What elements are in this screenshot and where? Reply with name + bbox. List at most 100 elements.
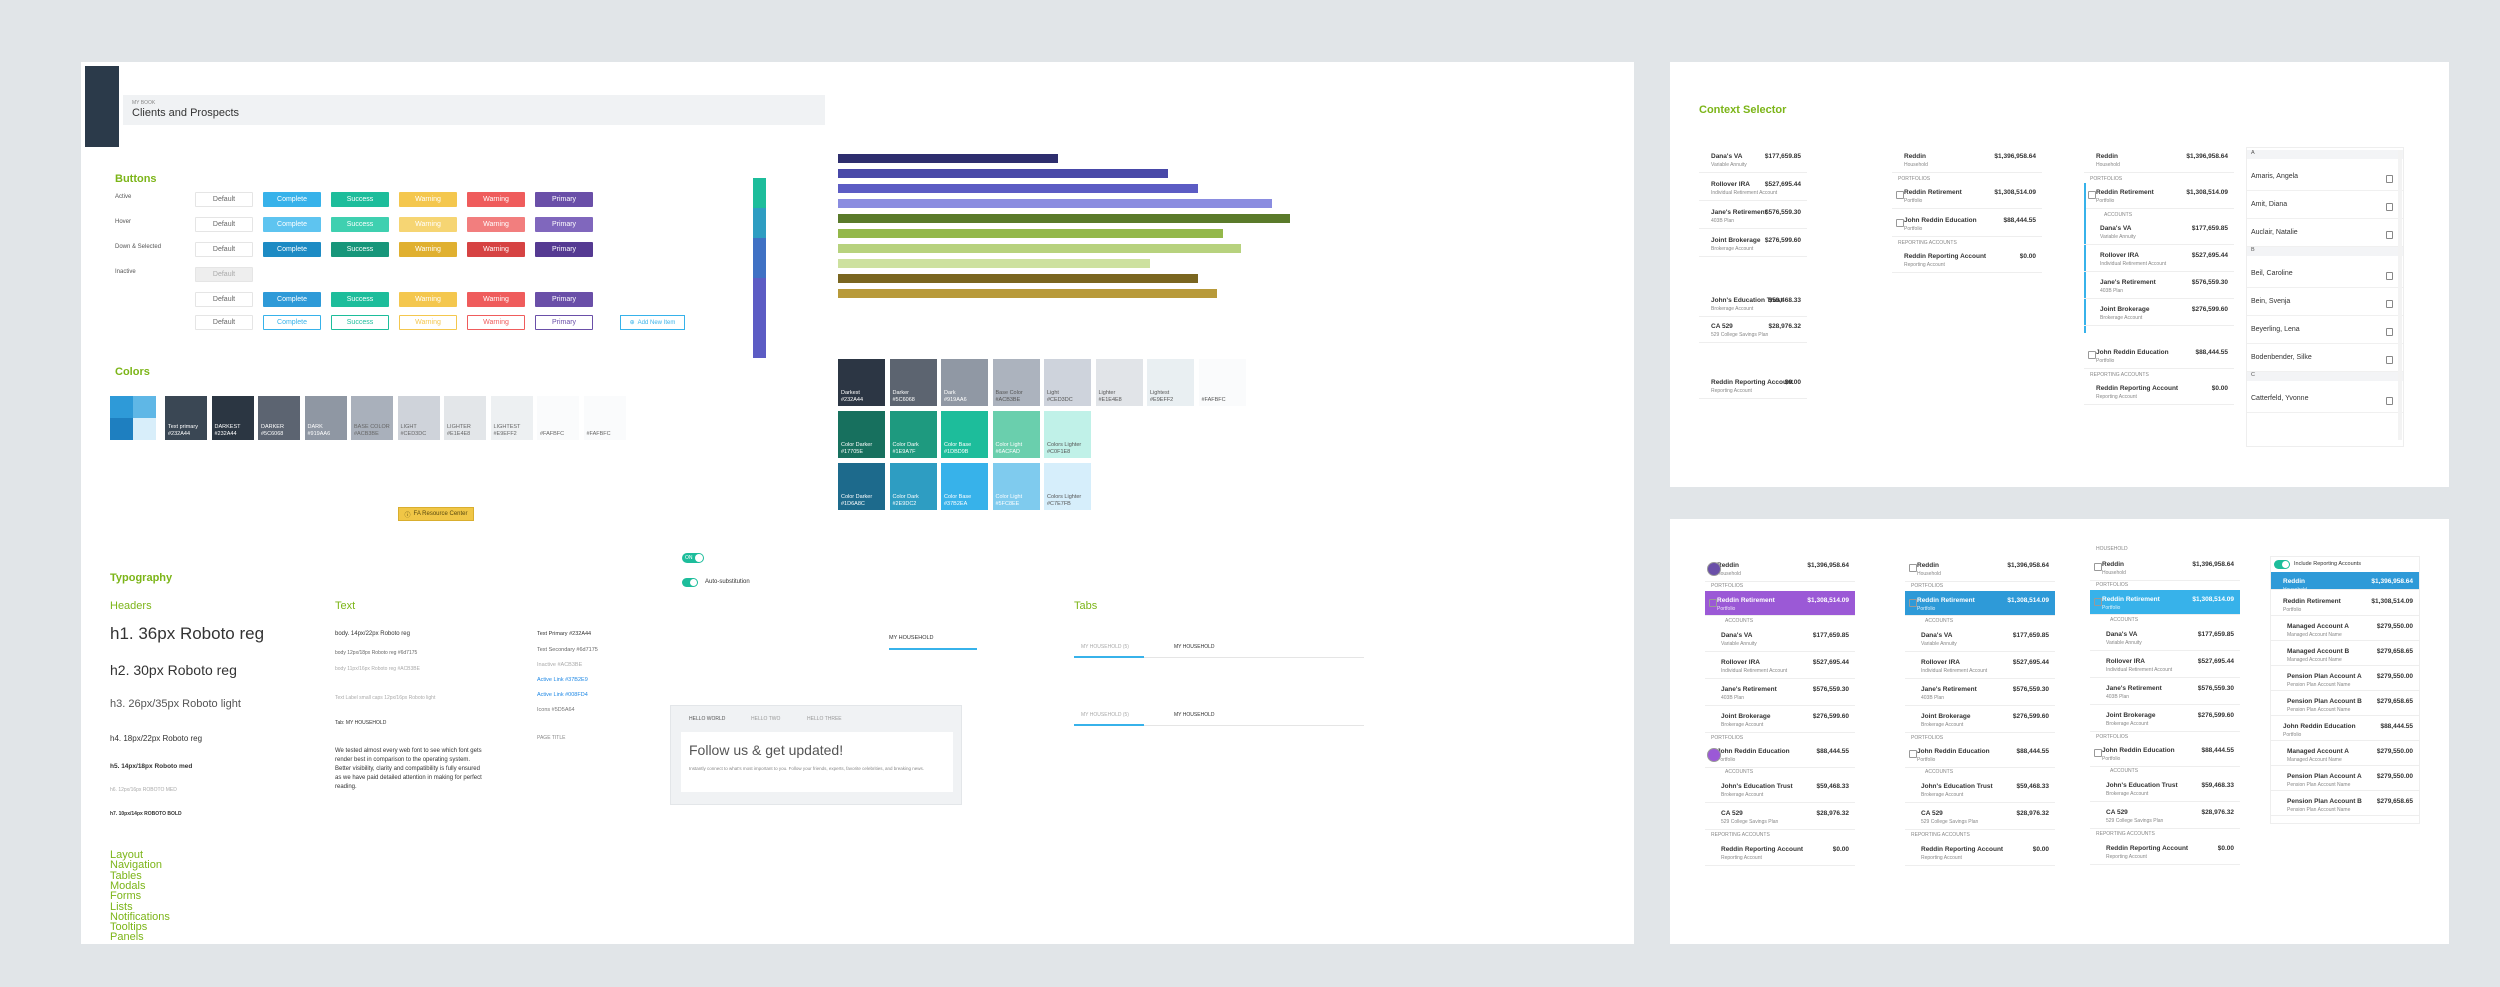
context-row[interactable]: Pension Plan Account B Pension Plan Accou… [2271, 792, 2419, 816]
context-row[interactable]: John Reddin Education Portfolio $88,444.55 [2090, 741, 2240, 767]
complete-button[interactable]: Complete [263, 292, 321, 307]
card-tab-3[interactable]: HELLO THREE [807, 716, 842, 722]
context-row[interactable]: Reddin Household $1,396,958.64 [1705, 556, 1855, 582]
context-row[interactable]: Dana's VA Variable Annuity $177,659.85 [2084, 219, 2234, 245]
warning-button[interactable]: Warning [467, 217, 525, 232]
warning-button[interactable]: Warning [399, 242, 457, 257]
context-row[interactable]: Jane's Retirement 403B Plan $576,559.30 [1699, 203, 1807, 229]
context-row[interactable]: John Reddin Education Portfolio $88,444.55 [2271, 717, 2419, 741]
context-row[interactable]: Dana's VA Variable Annuity $177,659.85 [2090, 625, 2240, 651]
context-row[interactable]: Rollover IRA Individual Retirement Accoun… [1705, 653, 1855, 679]
context-row[interactable]: CA 529 529 College Savings Plan $28,976.32 [1699, 317, 1807, 343]
context-row[interactable]: John's Education Trust Brokerage Account $… [1705, 777, 1855, 803]
context-row[interactable]: Reddin Household $1,396,958.64 [2084, 147, 2234, 173]
context-row[interactable]: John's Education Trust Brokerage Account $… [2090, 776, 2240, 802]
tab-household[interactable]: MY HOUSEHOLD [1174, 644, 1214, 650]
include-reporting-toggle[interactable] [2274, 560, 2290, 569]
complete-button[interactable]: Complete [263, 192, 321, 207]
person-row[interactable]: Beyerling, Lena [2247, 316, 2403, 344]
context-row[interactable]: Rollover IRA Individual Retirement Accoun… [1905, 653, 2055, 679]
complete-button[interactable]: Complete [263, 315, 321, 330]
active-link-2[interactable]: Active Link #008FD4 [537, 692, 588, 698]
context-row[interactable]: Joint Brokerage Brokerage Account $276,599… [1905, 707, 2055, 733]
context-row[interactable]: Reddin Household $1,396,958.64 [1892, 147, 2042, 173]
context-row[interactable]: Rollover IRA Individual Retirement Accoun… [2090, 652, 2240, 678]
context-row[interactable]: John Reddin Education Portfolio $88,444.55 [1705, 742, 1855, 768]
default-button[interactable]: Default [195, 242, 253, 257]
complete-button[interactable]: Complete [263, 242, 321, 257]
default-button[interactable]: Default [195, 292, 253, 307]
scrollbar[interactable] [2398, 150, 2402, 440]
nav-link-panels[interactable]: Panels [110, 932, 144, 943]
context-row[interactable]: Rollover IRA Individual Retirement Accoun… [2084, 246, 2234, 272]
context-row[interactable]: Reddin Reporting Account Reporting Accoun… [2084, 379, 2234, 405]
context-row[interactable]: Reddin Reporting Account Reporting Accoun… [1705, 840, 1855, 866]
success-button[interactable]: Success [331, 242, 389, 257]
context-row[interactable]: John Reddin Education Portfolio $88,444.55 [1905, 742, 2055, 768]
person-row[interactable]: Bein, Svenja [2247, 288, 2403, 316]
context-row[interactable]: John Reddin Education Portfolio $88,444.55 [2084, 343, 2234, 369]
context-row[interactable]: Reddin Retirement Portfolio $1,308,514.09 [2090, 590, 2240, 615]
context-row[interactable]: John's Education Trust Brokerage Account $… [1905, 777, 2055, 803]
warning-button[interactable]: Warning [467, 192, 525, 207]
context-row[interactable]: Dana's VA Variable Annuity $177,659.85 [1705, 626, 1855, 652]
tab-household-5-b[interactable]: MY HOUSEHOLD (5) [1081, 712, 1129, 718]
household-tab-sample[interactable]: MY HOUSEHOLD [889, 635, 934, 641]
context-row[interactable]: Reddin Reporting Account Reporting Accoun… [1905, 840, 2055, 866]
context-row[interactable]: Managed Account A Managed Account Name $27… [2271, 742, 2419, 766]
context-row[interactable]: Pension Plan Account A Pension Plan Accou… [2271, 667, 2419, 691]
add-new-item-button[interactable]: ⊕ Add New Item [620, 315, 685, 330]
context-row[interactable]: Rollover IRA Individual Retirement Accoun… [1699, 175, 1807, 201]
context-row[interactable]: Joint Brokerage Brokerage Account $276,599… [1705, 707, 1855, 733]
primary-button[interactable]: Primary [535, 192, 593, 207]
context-row[interactable]: Pension Plan Account A Pension Plan Accou… [2271, 767, 2419, 791]
context-row[interactable]: CA 529 529 College Savings Plan $28,976.32 [1705, 804, 1855, 830]
toggle-on[interactable]: ON [682, 553, 704, 563]
success-button[interactable]: Success [331, 292, 389, 307]
context-row[interactable]: Reddin Household $1,396,958.64 [2090, 555, 2240, 581]
success-button[interactable]: Success [331, 315, 389, 330]
default-button[interactable]: Default [195, 315, 253, 330]
person-row[interactable]: Amit, Diana [2247, 191, 2403, 219]
warning-button[interactable]: Warning [467, 242, 525, 257]
toggle-auto[interactable] [682, 578, 698, 587]
context-row[interactable]: Managed Account B Managed Account Name $27… [2271, 642, 2419, 666]
warning-button[interactable]: Warning [399, 217, 457, 232]
context-row[interactable]: Managed Account A Managed Account Name $27… [2271, 617, 2419, 641]
context-row[interactable]: Reddin Reporting Account Reporting Accoun… [1892, 247, 2042, 273]
default-button[interactable]: Default [195, 217, 253, 232]
primary-button[interactable]: Primary [535, 217, 593, 232]
person-row[interactable]: Bodenbender, Silke [2247, 344, 2403, 372]
context-row[interactable]: Joint Brokerage Brokerage Account $276,599… [1699, 231, 1807, 257]
warning-button[interactable]: Warning [399, 292, 457, 307]
context-row[interactable]: John's Education Trust Brokerage Account $… [1699, 291, 1807, 317]
resource-center-button[interactable]: ⓘ FA Resource Center [398, 507, 474, 521]
context-row[interactable]: Dana's VA Variable Annuity $177,659.85 [1699, 147, 1807, 173]
context-row[interactable]: Jane's Retirement 403B Plan $576,559.30 [2084, 273, 2234, 299]
card-tab-1[interactable]: HELLO WORLD [689, 716, 725, 722]
person-row[interactable]: Catterfeld, Yvonne [2247, 385, 2403, 413]
warning-button[interactable]: Warning [467, 315, 525, 330]
default-button[interactable]: Default [195, 192, 253, 207]
default-button[interactable]: Default [195, 267, 253, 282]
primary-button[interactable]: Primary [535, 315, 593, 330]
primary-button[interactable]: Primary [535, 242, 593, 257]
success-button[interactable]: Success [331, 192, 389, 207]
context-row[interactable]: Dana's VA Variable Annuity $177,659.85 [1905, 626, 2055, 652]
context-row[interactable]: Reddin Retirement Portfolio $1,308,514.09 [1705, 591, 1855, 616]
context-row[interactable]: CA 529 529 College Savings Plan $28,976.32 [1905, 804, 2055, 830]
warning-button[interactable]: Warning [399, 315, 457, 330]
context-row[interactable]: CA 529 529 College Savings Plan $28,976.32 [2090, 803, 2240, 829]
context-row[interactable]: Reddin Retirement Portfolio $1,308,514.09 [2084, 183, 2234, 209]
warning-button[interactable]: Warning [399, 192, 457, 207]
person-row[interactable]: Auclair, Natalie [2247, 219, 2403, 247]
primary-button[interactable]: Primary [535, 292, 593, 307]
context-row[interactable]: Joint Brokerage Brokerage Account $276,599… [2090, 706, 2240, 732]
card-tab-2[interactable]: HELLO TWO [751, 716, 780, 722]
context-row[interactable]: Reddin Household $1,396,958.64 [2271, 572, 2419, 593]
context-row[interactable]: Reddin Retirement Portfolio $1,308,514.09 [1892, 183, 2042, 209]
active-link-1[interactable]: Active Link #37B2E9 [537, 677, 588, 683]
context-row[interactable]: Jane's Retirement 403B Plan $576,559.30 [1905, 680, 2055, 706]
context-row[interactable]: Jane's Retirement 403B Plan $576,559.30 [1705, 680, 1855, 706]
context-row[interactable]: Pension Plan Account B Pension Plan Accou… [2271, 692, 2419, 716]
